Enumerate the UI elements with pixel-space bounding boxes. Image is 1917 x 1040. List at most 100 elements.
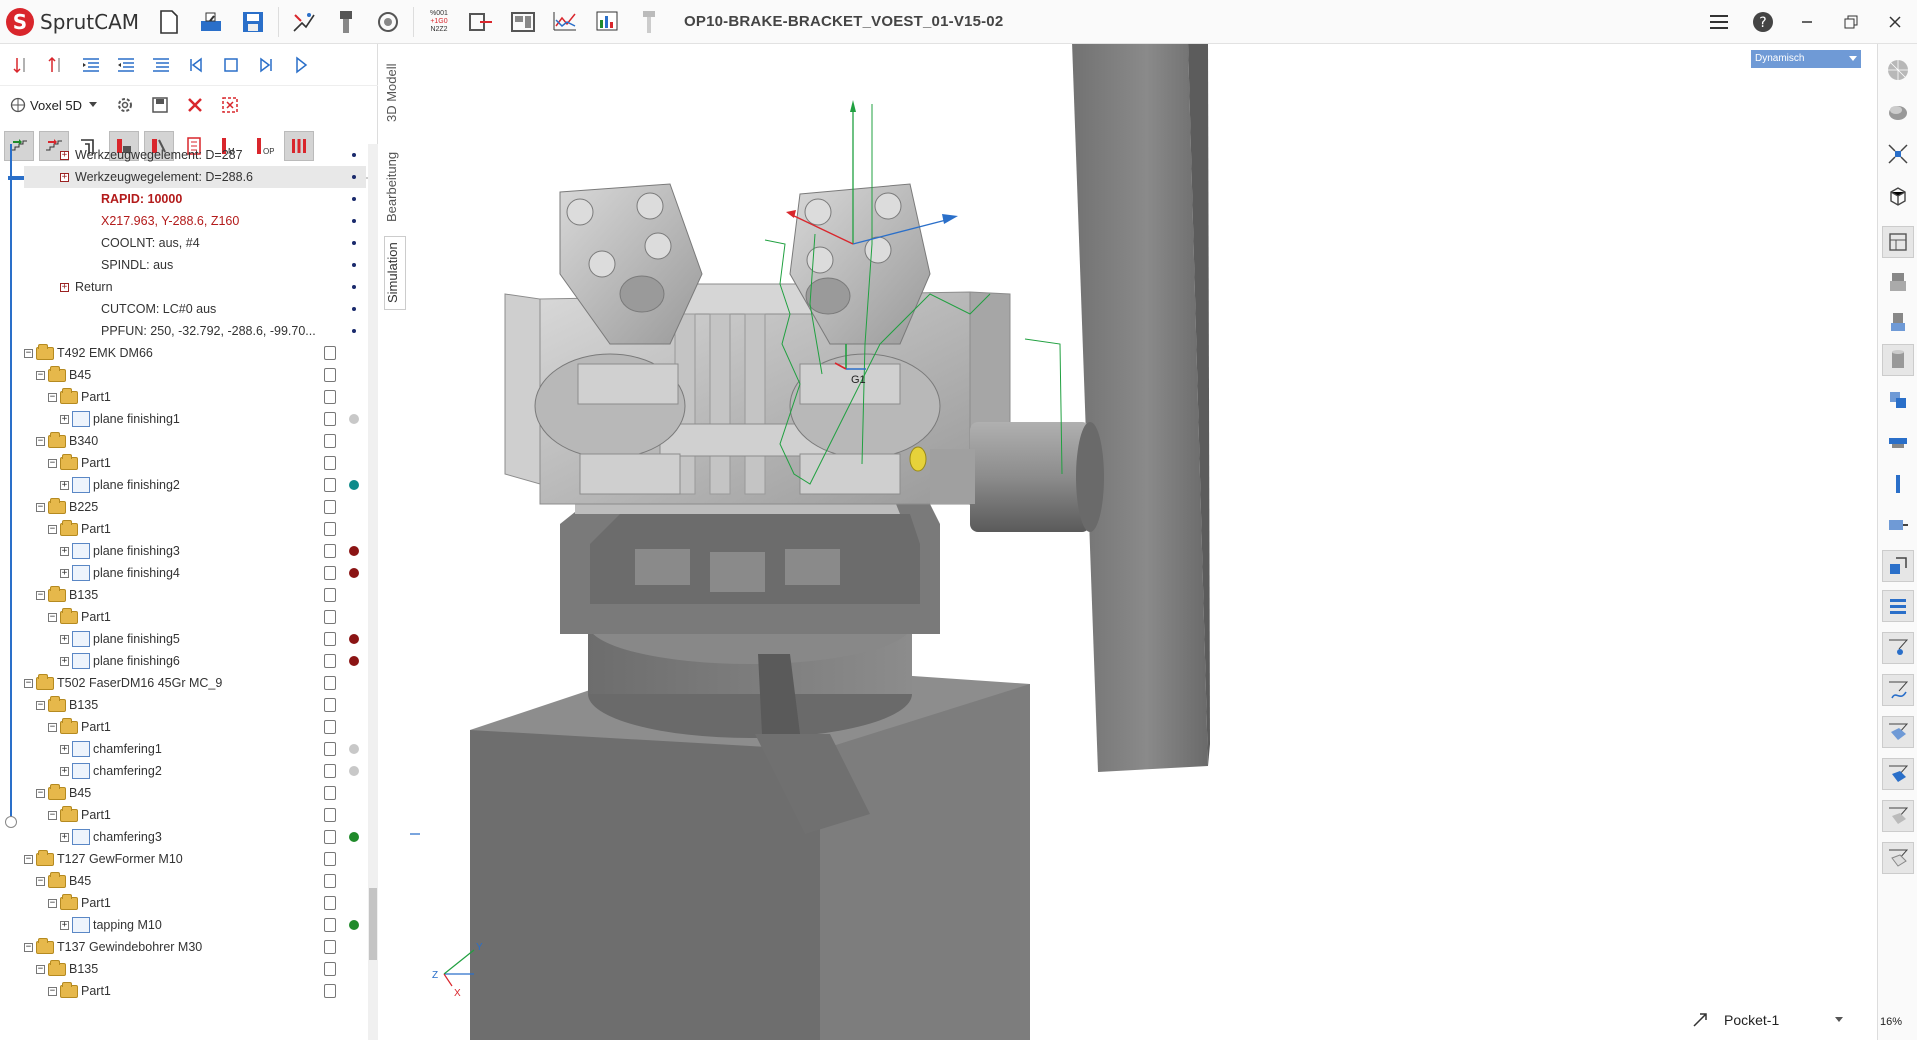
tree-folder-row[interactable]: − B135 (24, 694, 366, 716)
close-button[interactable] (1873, 0, 1917, 44)
view-point-button[interactable] (1882, 632, 1914, 664)
tree-detail-row[interactable]: + Werkzeugwegelement: D=287 (24, 144, 366, 166)
view-curve-button[interactable] (1882, 674, 1914, 706)
expand-toggle-icon[interactable]: + (60, 634, 69, 644)
render-mode-select[interactable]: Dynamisch (1751, 50, 1861, 68)
tree-folder-row[interactable]: − Part1 (24, 980, 366, 1002)
save-sim-button[interactable] (145, 90, 175, 120)
operation-selector[interactable]: Pocket-1 (1690, 1010, 1844, 1030)
expand-toggle-icon[interactable]: + (60, 656, 69, 666)
document-icon[interactable] (324, 896, 336, 910)
document-icon[interactable] (324, 940, 336, 954)
view-stock-button[interactable] (1882, 384, 1914, 416)
tree-operation-row[interactable]: + chamfering3 (24, 826, 366, 848)
checklist-icon[interactable] (324, 918, 336, 932)
tree-folder-row[interactable]: − Part1 (24, 606, 366, 628)
tree-operation-row[interactable]: + plane finishing3 (24, 540, 366, 562)
tab-3d-model[interactable]: 3D Modell (384, 48, 406, 138)
view-workpiece-button[interactable] (1882, 344, 1914, 376)
tree-folder-row[interactable]: − T502 FaserDM16 45Gr MC_9 (24, 672, 366, 694)
expand-toggle-icon[interactable]: − (48, 722, 57, 732)
tree-operation-row[interactable]: + plane finishing6 (24, 650, 366, 672)
checklist-icon[interactable] (324, 830, 336, 844)
expand-toggle-icon[interactable]: + (60, 480, 69, 490)
expand-toggle-icon[interactable]: − (36, 876, 45, 886)
tree-detail-row[interactable]: PPFUN: 250, -32.792, -288.6, -99.70... (24, 320, 366, 342)
checklist-icon[interactable] (324, 742, 336, 756)
document-icon[interactable] (324, 390, 336, 404)
go-start-button[interactable] (181, 50, 211, 80)
document-icon[interactable] (324, 456, 336, 470)
expand-toggle-icon[interactable]: − (24, 678, 33, 688)
tree-folder-row[interactable]: − Part1 (24, 804, 366, 826)
view-cube-button[interactable] (1882, 180, 1914, 212)
expand-toggle-icon[interactable]: + (60, 920, 69, 930)
indent-button[interactable] (76, 50, 106, 80)
tree-folder-row[interactable]: − B45 (24, 782, 366, 804)
tree-progress-handle[interactable] (5, 816, 17, 828)
expand-toggle-icon[interactable]: − (48, 898, 57, 908)
view-mesh-button[interactable] (1882, 800, 1914, 832)
go-end-button[interactable] (251, 50, 281, 80)
view-button[interactable] (370, 4, 406, 40)
play-button[interactable] (286, 50, 316, 80)
checklist-icon[interactable] (324, 478, 336, 492)
tool-button[interactable] (631, 4, 667, 40)
document-icon[interactable] (324, 368, 336, 382)
expand-toggle-icon[interactable]: + (60, 414, 69, 424)
view-drill-button[interactable] (1882, 468, 1914, 500)
tree-folder-row[interactable]: − Part1 (24, 452, 366, 474)
view-solid-button[interactable] (1882, 758, 1914, 790)
view-machine-button[interactable] (1882, 226, 1914, 258)
expand-toggle-icon[interactable]: − (48, 810, 57, 820)
view-tool-button[interactable] (1882, 266, 1914, 298)
tree-detail-row[interactable]: X217.963, Y-288.6, Z160 (24, 210, 366, 232)
tree-operation-row[interactable]: + tapping M10 (24, 914, 366, 936)
view-layers-button[interactable] (1882, 590, 1914, 622)
view-machine-head-button[interactable] (1882, 508, 1914, 540)
expand-toggle-icon[interactable]: − (36, 700, 45, 710)
tree-folder-row[interactable]: − T492 EMK DM66 (24, 342, 366, 364)
tree-folder-row[interactable]: − T137 Gewindebohrer M30 (24, 936, 366, 958)
tree-operation-row[interactable]: + chamfering1 (24, 738, 366, 760)
save-file-button[interactable] (235, 4, 271, 40)
tree-scrollbar[interactable] (368, 144, 378, 1040)
document-icon[interactable] (324, 588, 336, 602)
expand-toggle-icon[interactable]: − (24, 348, 33, 358)
document-icon[interactable] (324, 346, 336, 360)
tree-operation-row[interactable]: + plane finishing1 (24, 408, 366, 430)
view-fixture-button[interactable] (1882, 426, 1914, 458)
tree-operation-row[interactable]: + plane finishing5 (24, 628, 366, 650)
tree-scrollbar-thumb[interactable] (369, 888, 377, 960)
expand-toggle-icon[interactable]: + (60, 744, 69, 754)
expand-toggle-icon[interactable]: − (36, 590, 45, 600)
expand-toggle-icon[interactable]: + (60, 568, 69, 578)
tree-operation-row[interactable]: + plane finishing4 (24, 562, 366, 584)
view-holder-button[interactable] (1882, 306, 1914, 338)
expand-toggle-icon[interactable]: − (48, 392, 57, 402)
checklist-icon[interactable] (324, 544, 336, 558)
tree-detail-row[interactable]: COOLNT: aus, #4 (24, 232, 366, 254)
tree-detail-row[interactable]: + Werkzeugwegelement: D=288.6 (24, 166, 366, 188)
expand-toggle-icon[interactable]: − (36, 788, 45, 798)
expand-toggle-icon[interactable]: + (60, 546, 69, 556)
fit-sim-button[interactable] (215, 90, 245, 120)
stop-button[interactable] (216, 50, 246, 80)
tree-folder-row[interactable]: − Part1 (24, 386, 366, 408)
tab-machining[interactable]: Bearbeitung (384, 144, 406, 230)
open-file-button[interactable] (193, 4, 229, 40)
tree-folder-row[interactable]: − B225 (24, 496, 366, 518)
document-icon[interactable] (324, 434, 336, 448)
tree-detail-row[interactable]: CUTCOM: LC#0 aus (24, 298, 366, 320)
nc-code-button[interactable]: %001 +1G0 N2Z2 (421, 4, 457, 40)
checklist-icon[interactable] (324, 412, 336, 426)
expand-toggle-icon[interactable]: + (60, 150, 69, 160)
setup-button[interactable] (505, 4, 541, 40)
checklist-icon[interactable] (324, 654, 336, 668)
checklist-icon[interactable] (324, 566, 336, 580)
document-icon[interactable] (324, 610, 336, 624)
new-file-button[interactable] (151, 4, 187, 40)
view-transform-button[interactable] (1882, 550, 1914, 582)
document-icon[interactable] (324, 698, 336, 712)
tree-detail-row[interactable]: + Return (24, 276, 366, 298)
